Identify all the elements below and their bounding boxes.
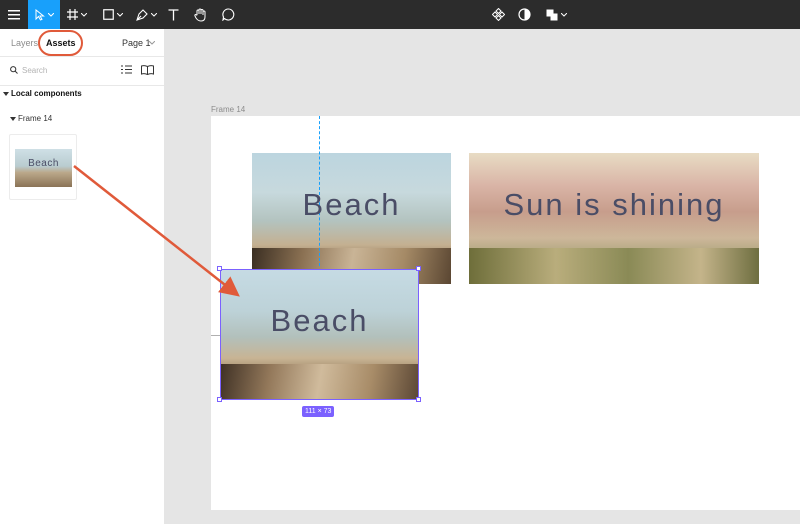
toolbar xyxy=(0,0,800,29)
page-selector[interactable]: Page 1 xyxy=(122,38,151,48)
pen-nib-icon xyxy=(135,8,148,21)
comment-tool-button[interactable] xyxy=(216,0,240,29)
pen-tool-button[interactable] xyxy=(130,0,162,29)
frame-hash-icon xyxy=(67,9,78,20)
hand-icon xyxy=(193,7,205,22)
hand-tool-button[interactable] xyxy=(188,0,212,29)
create-component-button[interactable] xyxy=(488,0,508,29)
use-as-mask-button[interactable] xyxy=(514,0,534,29)
local-components-header[interactable]: Local components xyxy=(11,89,82,98)
beach-image-component[interactable]: Beach xyxy=(252,153,451,284)
comment-bubble-icon xyxy=(221,8,234,21)
component-icon xyxy=(491,8,505,21)
resize-handle[interactable] xyxy=(217,397,222,402)
team-library-book-icon[interactable] xyxy=(141,65,154,75)
text-tool-button[interactable] xyxy=(162,0,184,29)
component-thumbnail-card[interactable]: Beach xyxy=(9,134,77,200)
resize-handle[interactable] xyxy=(416,397,421,402)
caret-down-icon[interactable] xyxy=(3,92,9,96)
resize-handle[interactable] xyxy=(217,266,222,271)
main-menu-button[interactable] xyxy=(0,0,28,29)
chevron-down-icon xyxy=(150,12,157,17)
boolean-groups-button[interactable] xyxy=(542,0,570,29)
chevron-down-icon xyxy=(47,12,54,17)
mask-circle-icon xyxy=(517,8,531,21)
chevron-down-icon xyxy=(117,12,123,17)
chevron-down-icon xyxy=(81,12,87,17)
search-input[interactable] xyxy=(22,63,102,77)
frame-name-label[interactable]: Frame 14 xyxy=(211,105,245,114)
image-overlay-text: Beach xyxy=(270,303,369,338)
boolean-union-icon xyxy=(546,9,557,20)
hamburger-icon xyxy=(8,9,20,19)
chevron-down-icon xyxy=(560,12,567,17)
component-group-frame-14[interactable]: Frame 14 xyxy=(18,114,52,123)
list-view-icon[interactable] xyxy=(121,65,132,74)
component-thumbnail[interactable]: Beach xyxy=(15,149,72,187)
tab-layers[interactable]: Layers xyxy=(11,38,38,48)
rectangle-icon xyxy=(103,9,114,20)
resize-handle[interactable] xyxy=(416,266,421,271)
move-tool-button[interactable] xyxy=(28,0,60,29)
cursor-arrow-icon xyxy=(35,8,45,21)
caret-down-icon[interactable] xyxy=(10,117,16,121)
frame-tool-button[interactable] xyxy=(62,0,92,29)
image-overlay-text: Beach xyxy=(302,187,401,222)
sun-image-component[interactable]: Sun is shining xyxy=(469,153,759,284)
text-t-icon xyxy=(168,8,178,20)
tab-highlight-circle xyxy=(38,30,83,56)
divider xyxy=(0,56,164,57)
selection-size-badge: 111 × 73 xyxy=(302,406,335,417)
component-thumbnail-text: Beach xyxy=(28,158,59,169)
search-icon xyxy=(10,66,18,74)
divider xyxy=(0,85,164,86)
assets-panel: Layers Assets Page 1 Local components Fr… xyxy=(0,29,165,524)
image-overlay-text: Sun is shining xyxy=(503,187,725,222)
chevron-down-icon[interactable] xyxy=(149,41,155,45)
shape-tool-button[interactable] xyxy=(96,0,130,29)
